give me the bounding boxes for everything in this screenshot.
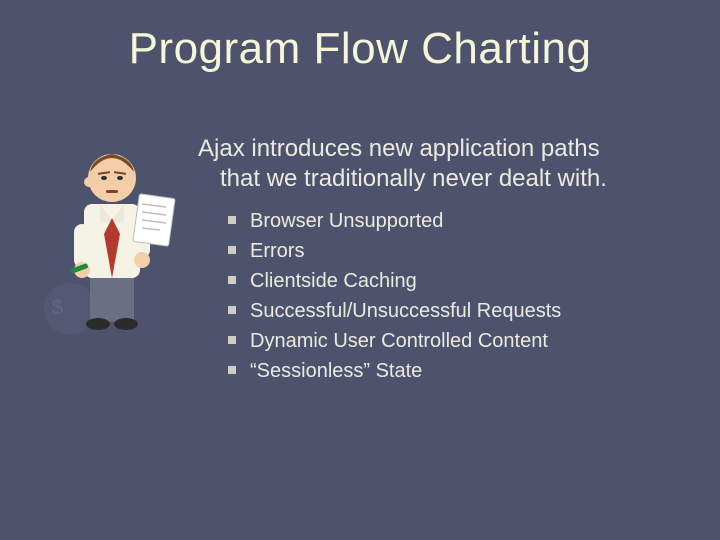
bullet-text: Dynamic User Controlled Content <box>250 330 548 352</box>
square-bullet-icon <box>228 366 236 374</box>
cartoon-illustration: $ <box>40 134 180 334</box>
intro-text: Ajax introduces new application paths th… <box>198 134 680 194</box>
square-bullet-icon <box>228 276 236 284</box>
bullet-list: Browser Unsupported Errors Clientside Ca… <box>198 206 680 386</box>
list-item: Successful/Unsuccessful Requests <box>228 296 680 326</box>
list-item: Dynamic User Controlled Content <box>228 326 680 356</box>
svg-text:$: $ <box>52 297 63 319</box>
square-bullet-icon <box>228 336 236 344</box>
bullet-text: Browser Unsupported <box>250 210 443 232</box>
slide-body: $ <box>40 134 680 386</box>
square-bullet-icon <box>228 216 236 224</box>
bullet-text: Successful/Unsuccessful Requests <box>250 300 561 322</box>
slide: Program Flow Charting $ <box>0 0 720 540</box>
square-bullet-icon <box>228 246 236 254</box>
bullet-text: Clientside Caching <box>250 270 417 292</box>
list-item: Browser Unsupported <box>228 206 680 236</box>
slide-content: Ajax introduces new application paths th… <box>198 134 680 386</box>
slide-title: Program Flow Charting <box>40 24 680 74</box>
list-item: “Sessionless” State <box>228 356 680 386</box>
bullet-text: Errors <box>250 240 304 262</box>
bullet-text: “Sessionless” State <box>250 360 422 382</box>
list-item: Errors <box>228 236 680 266</box>
square-bullet-icon <box>228 306 236 314</box>
intro-line-1: Ajax introduces new application paths <box>198 135 600 162</box>
cartoon-man-icon: $ <box>40 134 180 334</box>
list-item: Clientside Caching <box>228 266 680 296</box>
intro-line-2: that we traditionally never dealt with. <box>198 164 680 194</box>
